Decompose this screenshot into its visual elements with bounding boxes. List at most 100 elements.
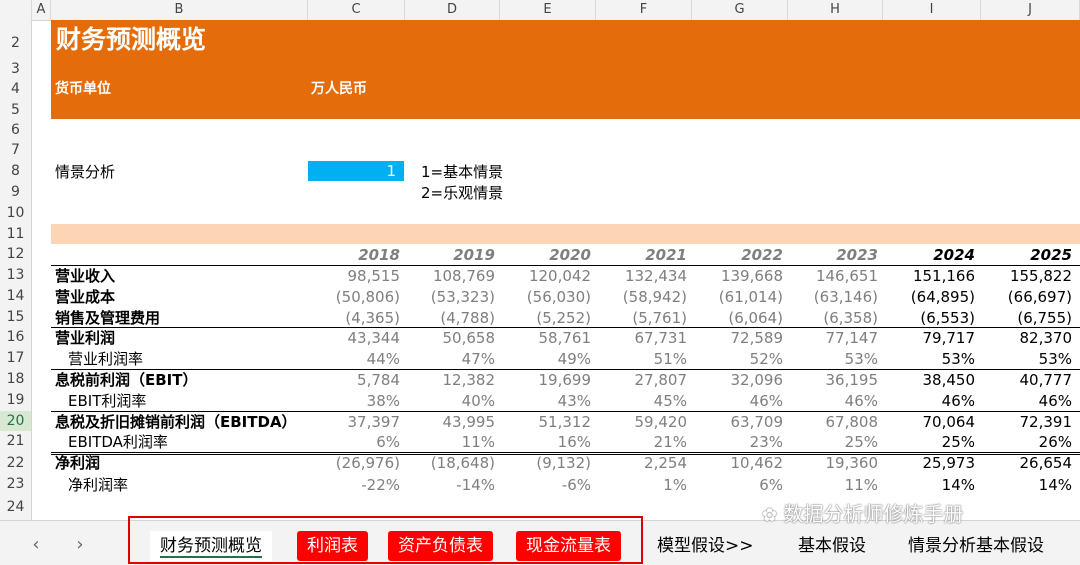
column-header-e[interactable]: E <box>500 0 596 20</box>
table-cell[interactable]: 53% <box>981 349 1072 369</box>
table-cell[interactable]: 155,822 <box>981 266 1072 286</box>
table-cell[interactable]: 37,397 <box>308 412 401 432</box>
row-header[interactable]: 4 <box>0 78 32 100</box>
table-cell[interactable]: (56,030) <box>500 287 591 307</box>
row-header[interactable]: 18 <box>0 369 32 390</box>
table-cell[interactable]: (6,553) <box>883 308 975 328</box>
table-cell[interactable]: 43,995 <box>405 412 496 432</box>
table-cell[interactable]: 6% <box>692 475 783 495</box>
table-cell[interactable]: 19,360 <box>788 453 879 473</box>
table-cell[interactable]: 25,973 <box>883 453 976 473</box>
row-header-selected[interactable]: 20 <box>0 411 32 431</box>
table-cell[interactable]: 40% <box>405 391 495 411</box>
table-cell[interactable]: 40,777 <box>981 370 1073 390</box>
table-cell[interactable]: 46% <box>692 391 783 411</box>
row-header[interactable]: 19 <box>0 390 32 411</box>
table-cell[interactable]: (9,132) <box>500 453 591 473</box>
table-cell[interactable]: 16% <box>500 432 591 452</box>
table-cell[interactable]: 19,699 <box>500 370 592 390</box>
table-cell[interactable]: 26% <box>981 432 1072 452</box>
table-cell[interactable]: 45% <box>596 391 687 411</box>
row-header[interactable]: 7 <box>0 140 32 161</box>
tab-scroll-prev-button[interactable]: ‹ <box>26 533 46 557</box>
row-header[interactable]: 22 <box>0 452 32 474</box>
table-cell[interactable]: (6,358) <box>788 308 878 328</box>
table-cell[interactable]: 151,166 <box>883 266 975 286</box>
table-cell[interactable]: 146,651 <box>788 266 878 286</box>
table-cell[interactable]: (53,323) <box>405 287 495 307</box>
table-cell[interactable]: 51,312 <box>500 412 592 432</box>
table-cell[interactable]: (6,064) <box>692 308 783 328</box>
table-cell[interactable]: 32,096 <box>692 370 784 390</box>
column-header-g[interactable]: G <box>692 0 788 20</box>
column-header-i[interactable]: I <box>883 0 981 20</box>
row-header[interactable]: 12 <box>0 244 32 265</box>
table-cell[interactable]: 67,808 <box>788 412 879 432</box>
row-header[interactable]: 3 <box>0 60 32 78</box>
table-cell[interactable]: 11% <box>788 475 878 495</box>
table-cell[interactable]: 6% <box>308 432 400 452</box>
row-header[interactable]: 11 <box>0 224 32 244</box>
table-cell[interactable]: 108,769 <box>405 266 495 286</box>
table-cell[interactable]: 98,515 <box>308 266 401 286</box>
table-cell[interactable]: 43% <box>500 391 591 411</box>
table-cell[interactable]: (63,146) <box>788 287 878 307</box>
tab-basic-assumptions[interactable]: 基本假设 <box>788 531 876 561</box>
table-cell[interactable]: 59,420 <box>596 412 688 432</box>
table-cell[interactable]: 14% <box>883 475 975 495</box>
scenario-input[interactable]: 1 <box>308 161 404 181</box>
table-cell[interactable]: (58,942) <box>596 287 687 307</box>
row-header[interactable]: 13 <box>0 265 32 286</box>
table-cell[interactable]: (5,761) <box>596 308 687 328</box>
table-cell[interactable]: 38,450 <box>883 370 976 390</box>
row-header[interactable]: 14 <box>0 286 32 307</box>
table-cell[interactable]: 25% <box>883 432 975 452</box>
spreadsheet-grid[interactable]: A B C D E F G H I J 2 3 4 5 6 7 8 9 10 1… <box>0 0 1080 520</box>
table-cell[interactable]: 38% <box>308 391 400 411</box>
row-header[interactable]: 10 <box>0 203 32 224</box>
table-cell[interactable]: 44% <box>308 349 400 369</box>
table-cell[interactable]: 52% <box>692 349 783 369</box>
table-cell[interactable]: (5,252) <box>500 308 591 328</box>
tab-scenario-assumptions[interactable]: 情景分析基本假设 <box>898 531 1054 561</box>
column-header-f[interactable]: F <box>596 0 692 20</box>
table-cell[interactable]: 36,195 <box>788 370 879 390</box>
table-cell[interactable]: 23% <box>692 432 783 452</box>
table-cell[interactable]: 11% <box>405 432 495 452</box>
tab-model-assumptions[interactable]: 模型假设>> <box>647 531 764 561</box>
table-cell[interactable]: 139,668 <box>692 266 783 286</box>
table-cell[interactable]: 26,654 <box>981 453 1073 473</box>
row-header[interactable]: 23 <box>0 474 32 495</box>
table-cell[interactable]: 50,658 <box>405 328 496 348</box>
table-cell[interactable]: (6,755) <box>981 308 1072 328</box>
row-header[interactable]: 24 <box>0 495 32 520</box>
table-cell[interactable]: 72,391 <box>981 412 1073 432</box>
table-cell[interactable]: -22% <box>308 475 400 495</box>
table-cell[interactable]: 120,042 <box>500 266 591 286</box>
column-header-d[interactable]: D <box>405 0 500 20</box>
row-header[interactable]: 8 <box>0 161 32 182</box>
table-cell[interactable]: 70,064 <box>883 412 976 432</box>
table-cell[interactable]: 14% <box>981 475 1072 495</box>
table-cell[interactable]: -14% <box>405 475 495 495</box>
table-cell[interactable]: -6% <box>500 475 591 495</box>
row-header[interactable]: 2 <box>0 20 32 60</box>
table-cell[interactable]: 43,344 <box>308 328 401 348</box>
column-header-c[interactable]: C <box>308 0 405 20</box>
row-header[interactable]: 21 <box>0 431 32 452</box>
tab-scroll-next-button[interactable]: › <box>70 533 90 557</box>
table-cell[interactable]: 12,382 <box>405 370 496 390</box>
table-cell[interactable]: 58,761 <box>500 328 592 348</box>
row-header[interactable]: 15 <box>0 307 32 327</box>
row-header[interactable]: 17 <box>0 348 32 369</box>
table-cell[interactable]: 49% <box>500 349 591 369</box>
table-cell[interactable]: 1% <box>596 475 687 495</box>
table-cell[interactable]: 132,434 <box>596 266 687 286</box>
table-cell[interactable]: 47% <box>405 349 495 369</box>
table-cell[interactable]: (61,014) <box>692 287 783 307</box>
table-cell[interactable]: 72,589 <box>692 328 784 348</box>
row-header[interactable]: 5 <box>0 100 32 120</box>
column-header-a[interactable]: A <box>32 0 51 20</box>
table-cell[interactable]: 2,254 <box>596 453 687 473</box>
table-cell[interactable]: (18,648) <box>405 453 495 473</box>
